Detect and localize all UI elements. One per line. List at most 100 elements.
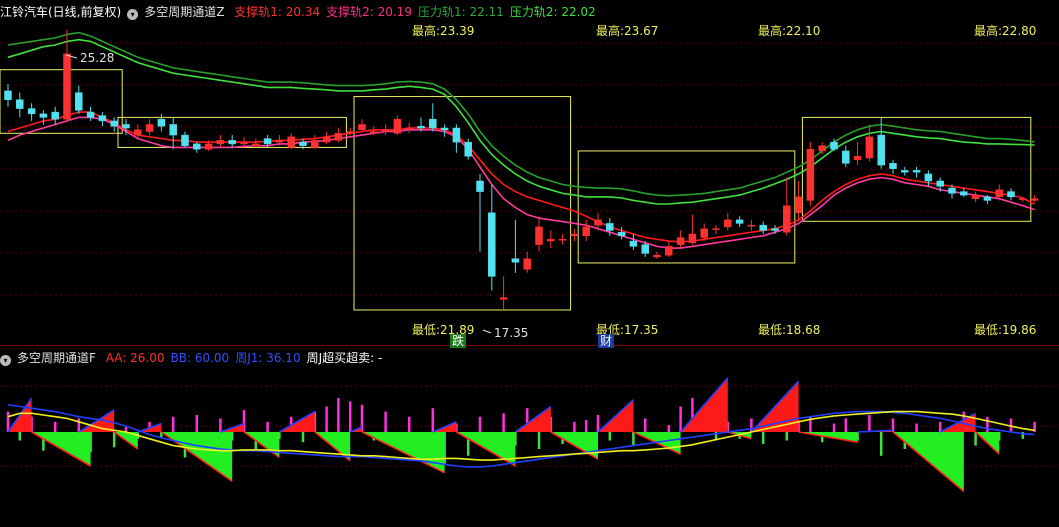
box-high-label-2: 最高:22.10: [758, 23, 820, 38]
candle-body-45[interactable]: [535, 226, 543, 245]
indicator-menu-icon[interactable]: ▾: [0, 355, 11, 366]
candle-body-25[interactable]: [299, 141, 307, 146]
candle-body-85[interactable]: [1007, 191, 1015, 198]
candle-body-74[interactable]: [877, 134, 885, 166]
candle-body-83[interactable]: [983, 196, 992, 201]
candle-body-68[interactable]: [806, 148, 815, 201]
candle-body-1[interactable]: [16, 99, 24, 109]
box-low-label-2: 最低:18.68: [758, 323, 820, 337]
top-header-item-3: 压力轨2: 22.02: [509, 5, 596, 19]
candle-body-23[interactable]: [275, 140, 284, 143]
candle-body-46[interactable]: [547, 239, 555, 242]
candle-body-63[interactable]: [747, 224, 756, 227]
candle-body-70[interactable]: [830, 141, 838, 150]
candle-body-27[interactable]: [322, 136, 331, 143]
candle-body-14[interactable]: [169, 124, 177, 136]
candle-body-6[interactable]: [75, 92, 83, 111]
candle-body-62[interactable]: [735, 219, 744, 224]
candle-body-29[interactable]: [346, 131, 354, 134]
candle-body-21[interactable]: [252, 143, 260, 146]
candle-body-11[interactable]: [134, 129, 142, 136]
candle-body-34[interactable]: [405, 127, 413, 130]
candle-body-51[interactable]: [606, 223, 614, 231]
indicator-name-bottom[interactable]: 多空周期通道F: [17, 351, 96, 365]
candle-body-77[interactable]: [912, 170, 921, 173]
candle-body-41[interactable]: [488, 212, 496, 277]
candle-body-33[interactable]: [393, 118, 402, 134]
candle-body-38[interactable]: [452, 127, 461, 143]
candle-body-50[interactable]: [594, 219, 602, 226]
candle-body-57[interactable]: [676, 237, 685, 245]
candle-body-82[interactable]: [971, 194, 980, 199]
candle-body-37[interactable]: [440, 127, 449, 131]
candle-body-10[interactable]: [122, 124, 130, 129]
candles-layer[interactable]: [4, 29, 1039, 310]
candle-body-60[interactable]: [712, 228, 720, 230]
candle-body-66[interactable]: [783, 205, 791, 233]
candle-body-17[interactable]: [204, 143, 213, 150]
candle-body-58[interactable]: [688, 233, 697, 244]
candle-body-9[interactable]: [110, 120, 118, 127]
candle-body-44[interactable]: [523, 258, 531, 270]
candle-body-61[interactable]: [724, 219, 732, 228]
candle-body-59[interactable]: [700, 228, 708, 238]
candle-body-19[interactable]: [228, 140, 236, 145]
candle-body-48[interactable]: [570, 233, 579, 237]
indicator-menu-icon[interactable]: ▾: [127, 9, 139, 20]
box-high-label-3: 最高:22.80: [974, 23, 1036, 38]
candle-body-4[interactable]: [51, 111, 59, 120]
candle-body-43[interactable]: [511, 258, 520, 263]
candle-body-13[interactable]: [157, 118, 166, 127]
candle-body-8[interactable]: [98, 115, 107, 122]
indicator-name[interactable]: 多空周期通道Z: [144, 5, 224, 19]
candle-body-49[interactable]: [582, 226, 590, 237]
candle-body-65[interactable]: [771, 228, 779, 231]
candle-body-84[interactable]: [995, 189, 1003, 198]
candle-body-87[interactable]: [1030, 198, 1039, 201]
candle-body-16[interactable]: [193, 143, 201, 150]
candle-body-7[interactable]: [86, 111, 95, 118]
candle-body-39[interactable]: [464, 141, 472, 157]
candle-body-69[interactable]: [818, 145, 826, 152]
candle-body-24[interactable]: [287, 136, 295, 148]
candle-body-78[interactable]: [924, 173, 933, 182]
candle-body-64[interactable]: [759, 224, 767, 231]
top-header: 江铃汽车(日线,前复权) ▾ 多空周期通道Z 支撑轨1: 20.34 支撑轨2: 20…: [0, 2, 608, 22]
candle-body-15[interactable]: [181, 134, 189, 146]
candle-body-76[interactable]: [901, 170, 909, 173]
candle-body-52[interactable]: [617, 231, 626, 237]
candle-body-31[interactable]: [370, 131, 378, 134]
candle-body-56[interactable]: [665, 246, 673, 256]
candle-body-73[interactable]: [865, 136, 874, 159]
candle-body-26[interactable]: [311, 140, 319, 148]
candle-body-32[interactable]: [381, 129, 390, 132]
candle-body-30[interactable]: [358, 124, 366, 131]
candle-body-75[interactable]: [889, 163, 897, 169]
stock-title[interactable]: 江铃汽车(日线,前复权): [0, 5, 121, 19]
candle-body-79[interactable]: [936, 180, 944, 187]
candle-body-20[interactable]: [240, 141, 248, 145]
candle-body-72[interactable]: [853, 156, 862, 161]
candle-body-35[interactable]: [417, 125, 425, 129]
candle-body-5[interactable]: [63, 53, 71, 120]
candle-body-40[interactable]: [476, 180, 484, 192]
candle-body-81[interactable]: [960, 191, 968, 196]
candle-body-86[interactable]: [1019, 198, 1027, 200]
candle-body-42[interactable]: [499, 297, 508, 300]
candle-body-53[interactable]: [629, 240, 638, 247]
candle-body-3[interactable]: [39, 113, 48, 118]
candle-body-22[interactable]: [263, 138, 272, 145]
range-box-3: [577, 150, 796, 264]
candle-body-18[interactable]: [216, 140, 225, 145]
candle-body-0[interactable]: [4, 90, 12, 100]
candle-body-54[interactable]: [641, 244, 649, 254]
candle-body-36[interactable]: [429, 118, 437, 129]
candle-body-28[interactable]: [334, 133, 343, 141]
candle-body-47[interactable]: [558, 239, 567, 241]
candle-body-55[interactable]: [653, 254, 661, 258]
candle-body-67[interactable]: [794, 196, 803, 214]
candle-body-71[interactable]: [842, 150, 850, 164]
candle-body-80[interactable]: [948, 187, 956, 194]
candle-body-2[interactable]: [27, 108, 36, 115]
candle-body-12[interactable]: [145, 124, 154, 132]
